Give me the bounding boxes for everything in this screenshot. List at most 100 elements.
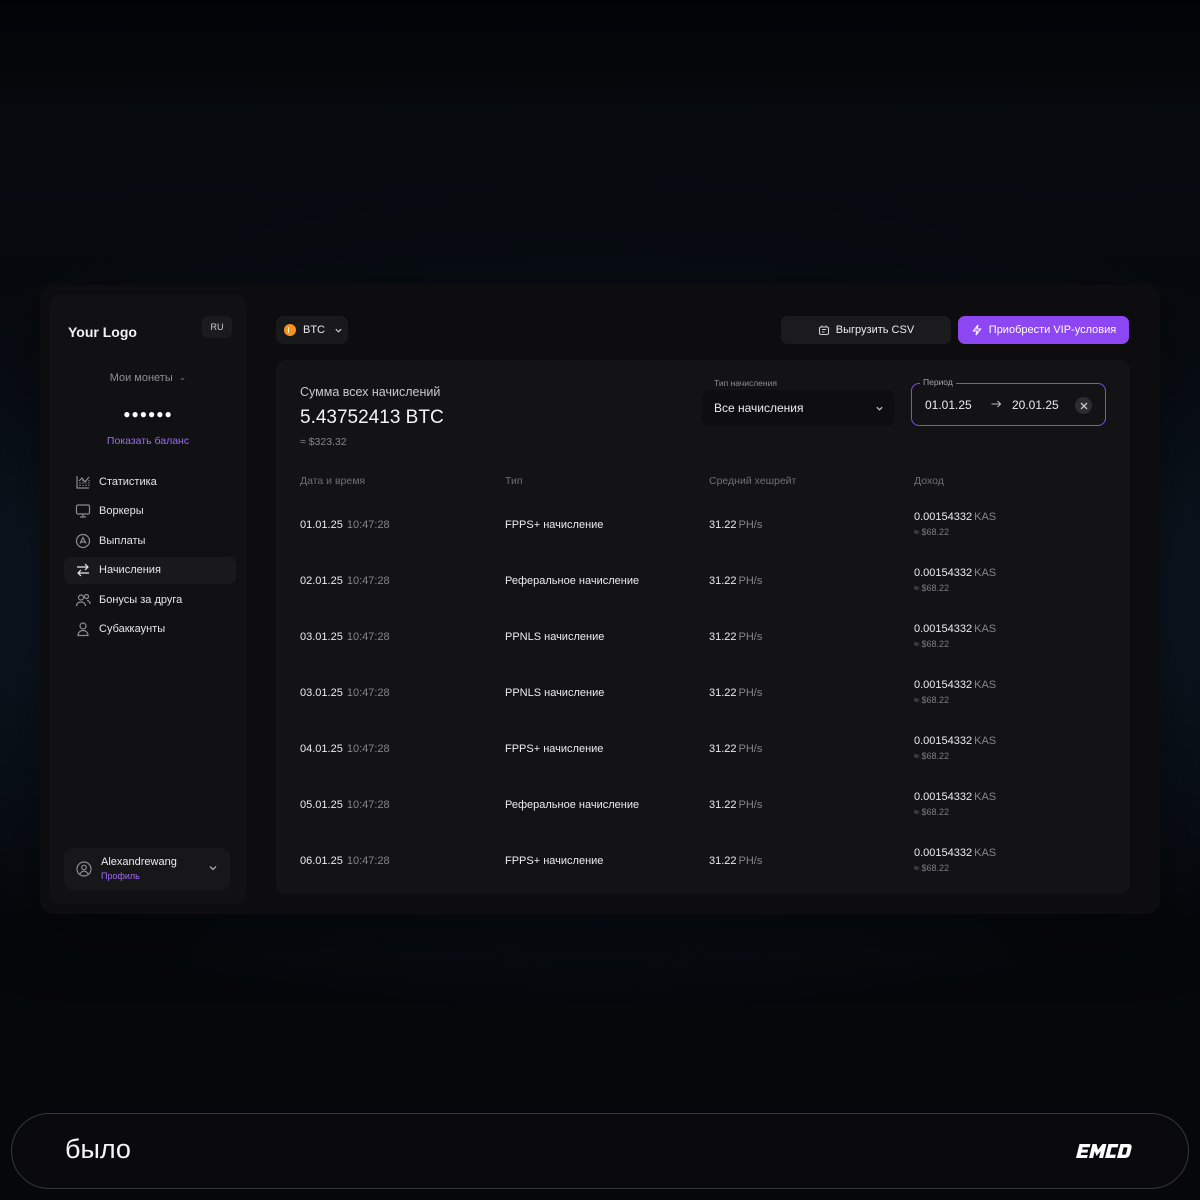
sidebar-item-label: Начисления [99, 564, 161, 577]
row-income-unit: KAS [974, 847, 997, 859]
row-hashrate: 31.22 PH/s [709, 799, 762, 811]
table-row[interactable]: 05.01.25 10:47:28 Реферальное начисление 31… [300, 777, 1120, 833]
row-hashrate-unit: PH/s [738, 743, 763, 755]
row-date: 03.01.25 [300, 631, 343, 643]
sidebar-item-label: Воркеры [99, 505, 144, 518]
accrual-type-select[interactable]: Все начисления [702, 390, 894, 426]
row-date: 04.01.25 [300, 743, 343, 755]
app-window: Your Logo RU Мои монеты ⌄ ●●●●●● Показать… [40, 285, 1160, 914]
period-picker[interactable]: Период 01.01.25 20.01.25 [911, 377, 1106, 426]
table-row[interactable]: 03.01.25 10:47:28 PPNLS начисление 31.22 PH/… [300, 609, 1120, 665]
monitor-icon [74, 503, 91, 520]
column-header-date[interactable]: Дата и время [300, 475, 365, 487]
profile-name: Alexandrewang [101, 856, 177, 868]
row-time: 10:47:28 [346, 519, 390, 531]
payout-icon [74, 532, 91, 549]
column-header-hashrate[interactable]: Средний хешрейт [709, 475, 796, 487]
logo[interactable]: Your Logo [68, 324, 137, 340]
row-type: PPNLS начисление [505, 687, 605, 699]
row-type: FPPS+ начисление [505, 743, 604, 755]
table-row[interactable]: 06.01.25 10:47:28 FPPS+ начисление 31.22 PH/… [300, 833, 1120, 889]
row-income-usd: ≈ $68.22 [914, 751, 949, 761]
row-date: 06.01.25 [300, 855, 343, 867]
row-date: 02.01.25 [300, 575, 343, 587]
bitcoin-icon [284, 324, 296, 336]
sidebar-item-statistics[interactable]: Статистика [64, 468, 236, 495]
profile-menu[interactable]: Alexandrewang Профиль [64, 848, 230, 890]
lightning-icon [972, 324, 982, 336]
row-datetime: 06.01.25 10:47:28 [300, 855, 390, 867]
row-datetime: 05.01.25 10:47:28 [300, 799, 390, 811]
column-header-type[interactable]: Тип [505, 475, 523, 487]
show-balance-link[interactable]: Показать баланс [50, 435, 246, 447]
table-row[interactable]: 03.01.25 10:47:28 PPNLS начисление 31.22 PH/… [300, 665, 1120, 721]
chevron-down-icon [335, 328, 342, 333]
sidebar-item-label: Статистика [99, 475, 157, 488]
clear-period-button[interactable] [1075, 397, 1092, 414]
export-csv-button[interactable]: Выгрузить CSV [781, 316, 951, 344]
row-hashrate-unit: PH/s [738, 519, 763, 531]
user-icon [74, 621, 91, 638]
row-hashrate-unit: PH/s [738, 855, 763, 867]
sidebar-item-label: Субаккаунты [99, 623, 166, 636]
export-icon [818, 325, 829, 336]
table-row[interactable]: 02.01.25 10:47:28 Реферальное начисление 31… [300, 553, 1120, 609]
row-datetime: 04.01.25 10:47:28 [300, 743, 390, 755]
close-icon [1080, 402, 1087, 409]
accrual-type-value: Все начисления [714, 401, 804, 415]
row-income-value: 0.00154332 [914, 847, 973, 859]
sidebar-item-payouts[interactable]: Выплаты [64, 527, 236, 554]
row-hashrate-value: 31.22 [709, 799, 737, 811]
row-income: 0.00154332 KAS [914, 679, 996, 691]
row-date: 01.01.25 [300, 519, 343, 531]
coin-label: BTC [303, 324, 325, 336]
period-to[interactable]: 20.01.25 [1012, 398, 1059, 412]
row-income-usd: ≈ $68.22 [914, 639, 949, 649]
row-hashrate: 31.22 PH/s [709, 631, 762, 643]
sidebar-item-workers[interactable]: Воркеры [64, 498, 236, 525]
row-type: FPPS+ начисление [505, 519, 604, 531]
sidebar-item-accruals[interactable]: Начисления [64, 556, 236, 584]
row-hashrate: 31.22 PH/s [709, 855, 762, 867]
row-datetime: 03.01.25 10:47:28 [300, 631, 390, 643]
row-income-usd: ≈ $68.22 [914, 583, 949, 593]
buy-vip-label: Приобрести VIP-условия [988, 324, 1117, 336]
sidebar-item-subaccounts[interactable]: Субаккаунты [64, 616, 236, 643]
chevron-down-icon [876, 406, 883, 411]
column-header-income[interactable]: Доход [914, 475, 944, 487]
table-row[interactable]: 01.01.25 10:47:28 FPPS+ начисление 31.22 PH/… [300, 497, 1120, 553]
sidebar-item-referral-bonuses[interactable]: Бонусы за друга [64, 586, 236, 613]
row-income-usd: ≈ $68.22 [914, 807, 949, 817]
row-income-unit: KAS [974, 679, 997, 691]
row-hashrate-value: 31.22 [709, 855, 737, 867]
my-coins-label: Мои монеты [109, 372, 173, 384]
sidebar-item-label: Выплаты [99, 534, 146, 547]
row-income-value: 0.00154332 [914, 623, 973, 635]
row-income-unit: KAS [974, 623, 997, 635]
row-hashrate-unit: PH/s [738, 687, 763, 699]
profile-link[interactable]: Профиль [101, 871, 140, 881]
my-coins-dropdown[interactable]: Мои монеты ⌄ [50, 372, 246, 384]
coin-selector[interactable]: BTC [276, 316, 348, 344]
export-csv-label: Выгрузить CSV [835, 324, 915, 336]
row-income: 0.00154332 KAS [914, 791, 996, 803]
row-time: 10:47:28 [346, 687, 390, 699]
row-income: 0.00154332 KAS [914, 623, 996, 635]
transfer-icon [74, 562, 91, 579]
chevron-down-icon: ⌄ [178, 372, 187, 382]
caption-text: было [65, 1134, 131, 1164]
row-income: 0.00154332 KAS [914, 735, 996, 747]
row-date: 05.01.25 [300, 799, 343, 811]
language-switch[interactable]: RU [202, 316, 232, 338]
row-income-value: 0.00154332 [914, 567, 973, 579]
row-date: 03.01.25 [300, 687, 343, 699]
row-time: 10:47:28 [346, 855, 390, 867]
chart-icon [74, 473, 91, 490]
row-hashrate: 31.22 PH/s [709, 743, 762, 755]
table-row[interactable]: 04.01.25 10:47:28 FPPS+ начисление 31.22 PH/… [300, 721, 1120, 777]
period-from[interactable]: 01.01.25 [925, 398, 972, 412]
row-time: 10:47:28 [346, 743, 390, 755]
row-hashrate: 31.22 PH/s [709, 687, 762, 699]
buy-vip-button[interactable]: Приобрести VIP-условия [958, 316, 1129, 344]
row-hashrate: 31.22 PH/s [709, 519, 762, 531]
